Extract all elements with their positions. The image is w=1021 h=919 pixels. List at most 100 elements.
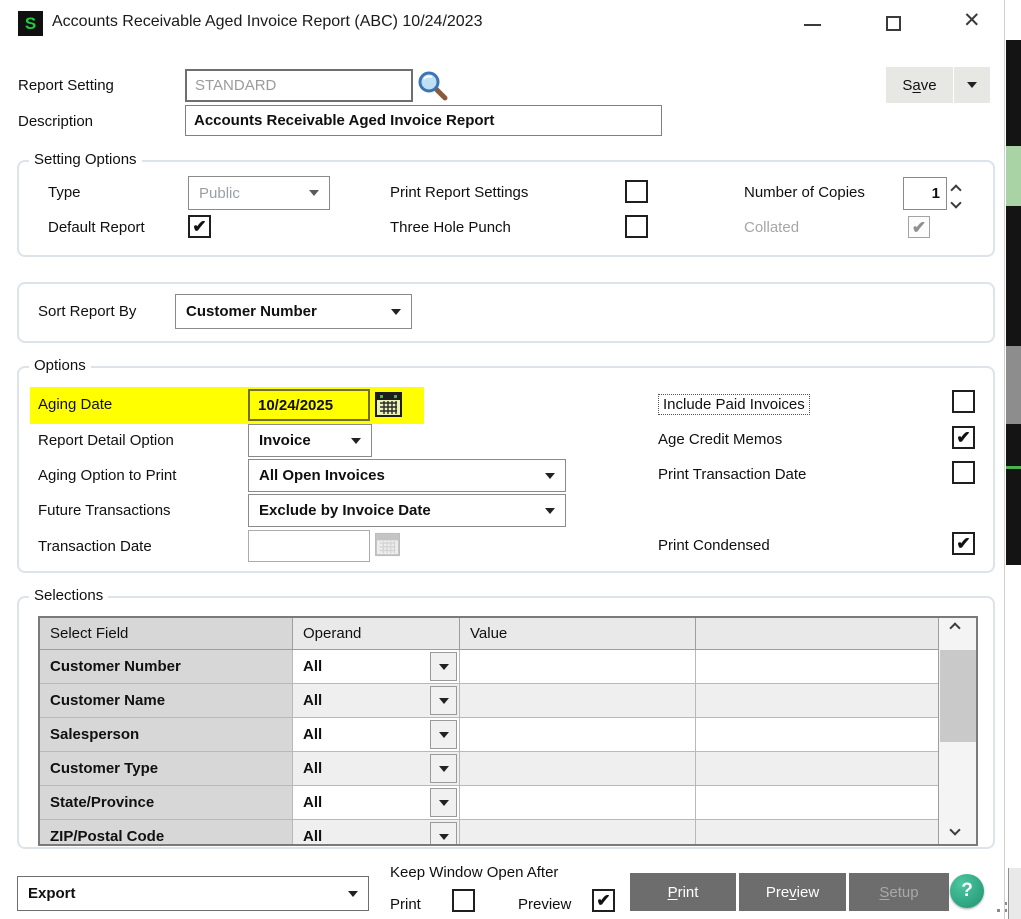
value-cell[interactable] bbox=[460, 718, 696, 752]
background-window-fragment bbox=[1008, 868, 1021, 919]
table-row: Customer Name All bbox=[40, 684, 938, 718]
header-blank bbox=[696, 618, 938, 650]
three-hole-punch-checkbox[interactable] bbox=[625, 215, 648, 238]
value-cell[interactable] bbox=[460, 820, 696, 846]
operand-cell[interactable]: All bbox=[293, 786, 460, 820]
calendar-icon[interactable] bbox=[375, 391, 402, 418]
sort-report-by-dropdown[interactable]: Customer Number bbox=[175, 294, 412, 329]
copies-spin-down[interactable] bbox=[952, 194, 960, 212]
operand-dropdown-button[interactable] bbox=[430, 720, 457, 749]
transaction-date-input[interactable] bbox=[248, 530, 370, 562]
type-dropdown[interactable]: Public bbox=[188, 176, 330, 210]
keep-open-preview-checkbox[interactable]: ✔ bbox=[592, 889, 615, 912]
operand-value: All bbox=[303, 828, 322, 845]
age-credit-memos-checkbox[interactable]: ✔ bbox=[952, 426, 975, 449]
setup-button: Setup bbox=[849, 873, 949, 911]
help-button[interactable]: ? bbox=[950, 874, 984, 908]
include-paid-invoices-checkbox[interactable] bbox=[952, 390, 975, 413]
future-transactions-value: Exclude by Invoice Date bbox=[259, 502, 431, 519]
report-setting-label: Report Setting bbox=[18, 77, 114, 94]
scroll-down-icon[interactable] bbox=[949, 824, 960, 835]
setup-label-accel: S bbox=[879, 884, 889, 901]
print-button[interactable]: Print bbox=[630, 873, 736, 911]
title-bar: S Accounts Receivable Aged Invoice Repor… bbox=[0, 0, 1021, 48]
operand-dropdown-button[interactable] bbox=[430, 822, 457, 846]
aging-option-to-print-dropdown[interactable]: All Open Invoices bbox=[248, 459, 566, 492]
header-operand: Operand bbox=[293, 618, 460, 650]
value-cell[interactable] bbox=[460, 786, 696, 820]
report-setting-input[interactable]: STANDARD bbox=[185, 69, 413, 102]
setup-label-post: etup bbox=[889, 884, 918, 901]
collated-label: Collated bbox=[744, 219, 799, 236]
value-cell[interactable] bbox=[460, 752, 696, 786]
extra-cell bbox=[696, 820, 938, 846]
operand-cell[interactable]: All bbox=[293, 650, 460, 684]
value-cell[interactable] bbox=[460, 684, 696, 718]
chevron-down-icon bbox=[950, 197, 961, 208]
background-window-fragment bbox=[1006, 40, 1021, 565]
include-paid-invoices-label: Include Paid Invoices bbox=[658, 394, 810, 415]
chevron-down-icon bbox=[348, 891, 358, 897]
print-condensed-checkbox[interactable]: ✔ bbox=[952, 532, 975, 555]
operand-cell[interactable]: All bbox=[293, 718, 460, 752]
print-transaction-date-checkbox[interactable] bbox=[952, 461, 975, 484]
operand-dropdown-button[interactable] bbox=[430, 686, 457, 715]
report-detail-option-dropdown[interactable]: Invoice bbox=[248, 424, 372, 457]
select-field-cell: Customer Type bbox=[40, 752, 293, 786]
operand-cell[interactable]: All bbox=[293, 684, 460, 718]
print-report-settings-label: Print Report Settings bbox=[390, 184, 528, 201]
background-window-fragment bbox=[1006, 346, 1021, 424]
chevron-down-icon bbox=[351, 438, 361, 444]
preview-label-post: iew bbox=[797, 884, 820, 901]
future-transactions-dropdown[interactable]: Exclude by Invoice Date bbox=[248, 494, 566, 527]
number-of-copies-input[interactable]: 1 bbox=[903, 177, 947, 210]
chevron-down-icon bbox=[439, 698, 449, 704]
print-report-settings-checkbox[interactable] bbox=[625, 180, 648, 203]
aging-date-label: Aging Date bbox=[38, 396, 112, 413]
keep-open-print-label: Print bbox=[390, 896, 421, 913]
operand-cell[interactable]: All bbox=[293, 752, 460, 786]
operand-cell[interactable]: All bbox=[293, 820, 460, 846]
sort-group bbox=[17, 282, 995, 343]
default-report-label: Default Report bbox=[48, 219, 145, 236]
table-row: ZIP/Postal Code All bbox=[40, 820, 938, 846]
chevron-down-icon bbox=[545, 508, 555, 514]
save-dropdown-button[interactable] bbox=[954, 67, 990, 103]
scrollbar-thumb[interactable] bbox=[940, 650, 976, 742]
keep-open-print-checkbox[interactable] bbox=[452, 889, 475, 912]
preview-label-accel: v bbox=[789, 884, 797, 901]
export-dropdown[interactable]: Export bbox=[17, 876, 369, 911]
chevron-down-icon bbox=[439, 834, 449, 840]
default-report-checkbox[interactable]: ✔ bbox=[188, 215, 211, 238]
report-detail-option-value: Invoice bbox=[259, 432, 311, 449]
operand-value: All bbox=[303, 794, 322, 811]
table-row: Customer Type All bbox=[40, 752, 938, 786]
select-field-cell: Customer Name bbox=[40, 684, 293, 718]
minimize-icon bbox=[804, 24, 821, 26]
save-button[interactable]: Save bbox=[886, 67, 953, 103]
operand-dropdown-button[interactable] bbox=[430, 652, 457, 681]
aging-option-to-print-value: All Open Invoices bbox=[259, 467, 385, 484]
operand-value: All bbox=[303, 658, 322, 675]
collated-checkbox: ✔ bbox=[908, 216, 930, 238]
report-detail-option-label: Report Detail Option bbox=[38, 432, 174, 449]
maximize-icon bbox=[886, 16, 901, 31]
chevron-down-icon bbox=[439, 664, 449, 670]
preview-button[interactable]: Preview bbox=[739, 873, 846, 911]
vertical-scrollbar[interactable] bbox=[938, 618, 976, 844]
chevron-down-icon bbox=[439, 800, 449, 806]
value-cell[interactable] bbox=[460, 650, 696, 684]
operand-dropdown-button[interactable] bbox=[430, 754, 457, 783]
aging-date-input[interactable]: 10/24/2025 bbox=[248, 389, 370, 421]
select-field-cell: State/Province bbox=[40, 786, 293, 820]
description-label: Description bbox=[18, 113, 93, 130]
operand-dropdown-button[interactable] bbox=[430, 788, 457, 817]
extra-cell bbox=[696, 786, 938, 820]
description-input[interactable]: Accounts Receivable Aged Invoice Report bbox=[185, 105, 662, 136]
keep-open-preview-label: Preview bbox=[518, 896, 571, 913]
number-of-copies-label: Number of Copies bbox=[744, 184, 865, 201]
scroll-up-icon[interactable] bbox=[949, 622, 960, 633]
transaction-date-label: Transaction Date bbox=[38, 538, 152, 555]
lookup-magnifier-icon[interactable] bbox=[417, 70, 449, 102]
header-select-field: Select Field bbox=[40, 618, 293, 650]
